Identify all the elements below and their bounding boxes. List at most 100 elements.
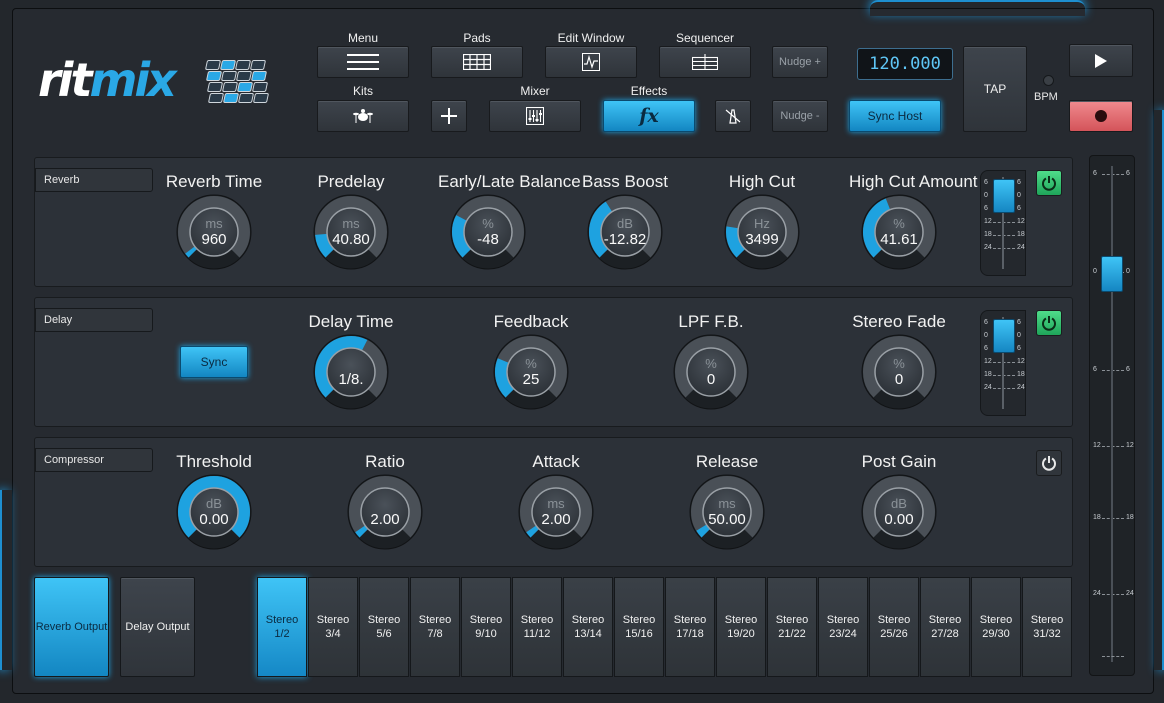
logo-pad bbox=[235, 71, 253, 81]
delay-sync-button[interactable]: Sync bbox=[180, 346, 248, 378]
knob-unit: ms bbox=[547, 496, 565, 511]
meter-tick-label: 6 bbox=[1017, 179, 1021, 186]
delay-knob-stereo-fade[interactable]: Stereo Fade% 0 bbox=[849, 312, 949, 416]
channel-button-label: Stereo 23/24 bbox=[819, 613, 867, 641]
mixer-button[interactable] bbox=[489, 100, 581, 132]
reverb-output-button[interactable]: Reverb Output bbox=[34, 577, 109, 677]
delay-knob-feedback[interactable]: Feedback% 25 bbox=[481, 312, 581, 416]
sequencer-button[interactable] bbox=[659, 46, 751, 78]
compressor-knob-attack[interactable]: Attack ms 2.00 bbox=[506, 452, 606, 556]
effects-button[interactable]: fx bbox=[603, 100, 695, 132]
pads-button[interactable] bbox=[431, 46, 523, 78]
knob-unit: ms bbox=[342, 216, 360, 231]
knob-unit: ms bbox=[205, 216, 223, 231]
output-meter-track bbox=[1111, 166, 1113, 662]
channel-button-9-10[interactable]: Stereo 9/10 bbox=[461, 577, 511, 677]
compressor-knob-ratio[interactable]: Ratio 2.00 bbox=[335, 452, 435, 556]
channel-button-11-12[interactable]: Stereo 11/12 bbox=[512, 577, 562, 677]
meter-tick-label: 6 bbox=[984, 345, 988, 352]
logo-pad bbox=[234, 60, 252, 70]
channel-type: Stereo bbox=[622, 614, 656, 626]
reverb-knob-predelay[interactable]: Predelay ms 40.80 bbox=[301, 172, 401, 276]
channel-button-label: Stereo 13/14 bbox=[564, 613, 612, 641]
add-button[interactable] bbox=[431, 100, 467, 132]
delay-knob-delay-time[interactable]: Delay Time 1/8. bbox=[301, 312, 401, 416]
nudge-plus-button[interactable]: Nudge + bbox=[772, 46, 828, 78]
compressor-knob-post-gain[interactable]: Post Gain dB 0.00 bbox=[849, 452, 949, 556]
logo-pad bbox=[250, 71, 268, 81]
mute-metronome-button[interactable] bbox=[715, 100, 751, 132]
meter-tick-label: 24 bbox=[984, 244, 992, 251]
channel-pair: 19/20 bbox=[727, 628, 755, 640]
delay-level-meter[interactable]: 6 6 0 0 6 6 12 12 18 18 24 24 bbox=[980, 310, 1026, 416]
reverb-knob-high-cut[interactable]: High Cut Hz 3499 bbox=[712, 172, 812, 276]
logo-pad bbox=[206, 82, 224, 92]
play-button[interactable] bbox=[1069, 44, 1133, 77]
channel-button-7-8[interactable]: Stereo 7/8 bbox=[410, 577, 460, 677]
logo-pad bbox=[252, 93, 270, 103]
reverb-knob-bass-boost[interactable]: Bass Boost dB -12.82 bbox=[575, 172, 675, 276]
meter-tick-label: 6 bbox=[1017, 205, 1021, 212]
channel-button-label: Stereo 9/10 bbox=[462, 613, 510, 641]
channel-button-19-20[interactable]: Stereo 19/20 bbox=[716, 577, 766, 677]
tap-tempo-button[interactable]: TAP bbox=[963, 46, 1027, 132]
knob-label: High Cut Amount bbox=[849, 172, 978, 191]
channel-button-27-28[interactable]: Stereo 27/28 bbox=[920, 577, 970, 677]
meter-fader-handle[interactable] bbox=[993, 319, 1015, 353]
delay-output-button[interactable]: Delay Output bbox=[120, 577, 195, 677]
compressor-knob-release[interactable]: Release ms 50.00 bbox=[677, 452, 777, 556]
meter-tick-line bbox=[993, 375, 1015, 376]
compressor-knob-threshold[interactable]: Threshold dB 0.00 bbox=[164, 452, 264, 556]
channel-button-15-16[interactable]: Stereo 15/16 bbox=[614, 577, 664, 677]
channel-button-17-18[interactable]: Stereo 17/18 bbox=[665, 577, 715, 677]
bpm-display[interactable]: 120.000 bbox=[857, 48, 953, 80]
channel-button-3-4[interactable]: Stereo 3/4 bbox=[308, 577, 358, 677]
edit-window-button[interactable] bbox=[545, 46, 637, 78]
knob-unit: dB bbox=[206, 496, 222, 511]
channel-button-31-32[interactable]: Stereo 31/32 bbox=[1022, 577, 1072, 677]
meter-tick-label: 24 bbox=[1017, 244, 1025, 251]
channel-button-label: Stereo 29/30 bbox=[972, 613, 1020, 641]
reverb-knob-early-late-balance[interactable]: Early/Late Balance% -48 bbox=[438, 172, 581, 276]
channel-button-label: Stereo 27/28 bbox=[921, 613, 969, 641]
channel-button-21-22[interactable]: Stereo 21/22 bbox=[767, 577, 817, 677]
output-meter-tick-label: 0 bbox=[1093, 268, 1097, 275]
output-fader-handle[interactable] bbox=[1101, 256, 1123, 292]
channel-button-13-14[interactable]: Stereo 13/14 bbox=[563, 577, 613, 677]
delay-power-button[interactable] bbox=[1036, 310, 1062, 336]
sync-host-button[interactable]: Sync Host bbox=[849, 100, 941, 132]
knob-label: Bass Boost bbox=[582, 172, 668, 191]
app-window: ritmix Menu Pads Edit Window Sequencer N… bbox=[0, 0, 1164, 703]
meter-tick-label: 18 bbox=[1017, 231, 1025, 238]
output-meter-bottom-line bbox=[1102, 656, 1124, 657]
channel-pair: 7/8 bbox=[427, 628, 443, 640]
menu-button[interactable] bbox=[317, 46, 409, 78]
channel-type: Stereo bbox=[418, 614, 452, 626]
record-button[interactable] bbox=[1069, 100, 1133, 132]
meter-fader-handle[interactable] bbox=[993, 179, 1015, 213]
knob-label: High Cut bbox=[728, 172, 796, 191]
channel-button-label: Stereo 11/12 bbox=[513, 613, 561, 641]
channel-button-label: Stereo 19/20 bbox=[717, 613, 765, 641]
channel-button-25-26[interactable]: Stereo 25/26 bbox=[869, 577, 919, 677]
reverb-knob-reverb-time[interactable]: Reverb Time ms 960 bbox=[164, 172, 264, 276]
channel-type: Stereo bbox=[316, 614, 350, 626]
nudge-minus-button[interactable]: Nudge - bbox=[772, 100, 828, 132]
kits-label: Kits bbox=[352, 84, 373, 98]
delay-knob-lpf-f-b-[interactable]: LPF F.B.% 0 bbox=[661, 312, 761, 416]
compressor-power-button[interactable] bbox=[1036, 450, 1062, 476]
channel-button-1-2[interactable]: Stereo 1/2 bbox=[257, 577, 307, 677]
reverb-level-meter[interactable]: 6 6 0 0 6 6 12 12 18 18 24 24 bbox=[980, 170, 1026, 276]
meter-tick-label: 12 bbox=[984, 218, 992, 225]
meter-tick-line bbox=[993, 248, 1015, 249]
channel-pair: 31/32 bbox=[1033, 628, 1061, 640]
reverb-knob-high-cut-amount[interactable]: High Cut Amount% 41.61 bbox=[849, 172, 978, 276]
output-meter-tick-label: 0 bbox=[1126, 268, 1130, 275]
channel-button-5-6[interactable]: Stereo 5/6 bbox=[359, 577, 409, 677]
output-level-meter[interactable]: 6 6 0 0 6 6 12 12 18 18 24 24 bbox=[1089, 155, 1135, 676]
channel-button-29-30[interactable]: Stereo 29/30 bbox=[971, 577, 1021, 677]
reverb-power-button[interactable] bbox=[1036, 170, 1062, 196]
kits-button[interactable] bbox=[317, 100, 409, 132]
channel-button-23-24[interactable]: Stereo 23/24 bbox=[818, 577, 868, 677]
channel-type: Stereo bbox=[877, 614, 911, 626]
